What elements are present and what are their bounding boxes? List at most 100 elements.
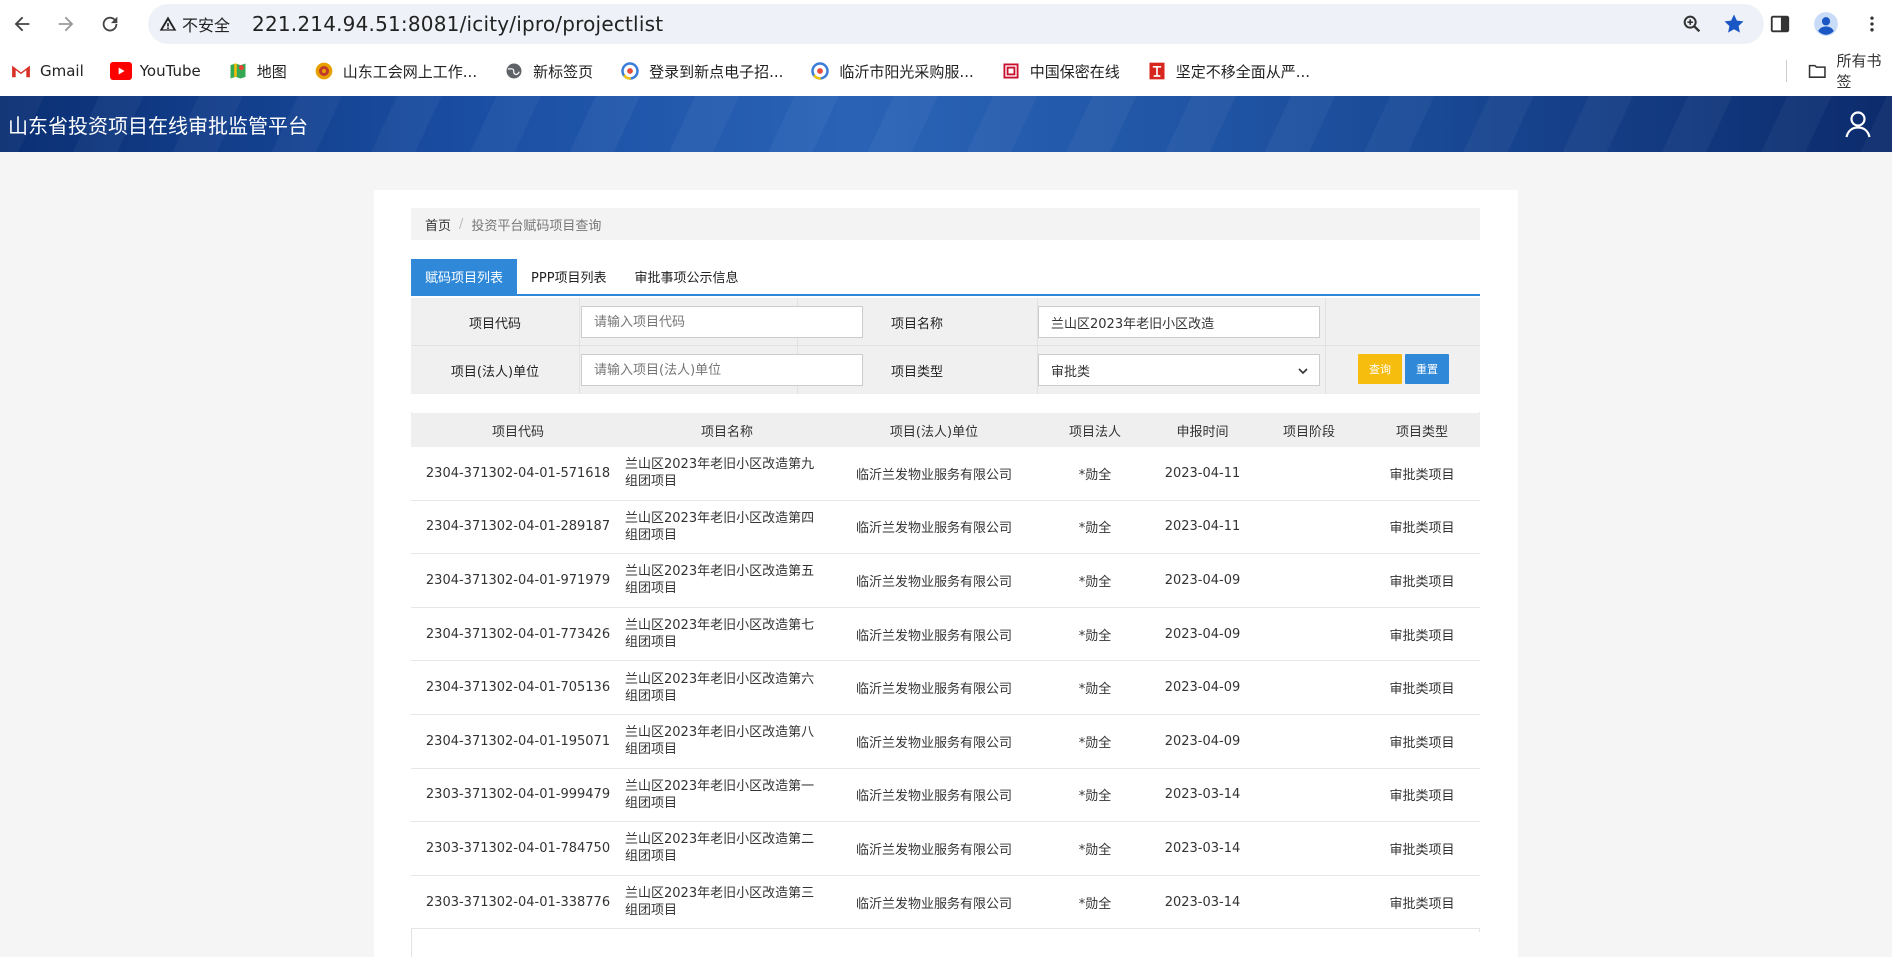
cell-name[interactable]: 兰山区2023年老旧小区改造第三组团项目 [625, 876, 829, 929]
profile-avatar-icon[interactable] [1806, 4, 1846, 44]
cell-person: *勋全 [1078, 628, 1112, 644]
baomi-icon [1000, 62, 1022, 80]
cell-stage [1254, 608, 1364, 661]
cell-unit: 临沂兰发物业服务有限公司 [855, 467, 1012, 483]
bookmark-youtube[interactable]: YouTube [109, 62, 201, 80]
bookmark-star-icon[interactable] [1722, 12, 1746, 36]
all-bookmarks[interactable]: 所有书签 [1808, 52, 1892, 91]
cell-name[interactable]: 兰山区2023年老旧小区改造第九组团项目 [625, 447, 829, 500]
project-type-select[interactable]: 审批类 [1038, 354, 1320, 386]
cell-type: 审批类项目 [1389, 628, 1455, 644]
cell-person: *勋全 [1078, 842, 1112, 858]
cell-name[interactable]: 兰山区2023年老旧小区改造第八组团项目 [625, 715, 829, 768]
cell-name[interactable]: 兰山区2023年老旧小区改造第四组团项目 [625, 501, 829, 554]
menu-kebab-icon[interactable] [1852, 4, 1892, 44]
globe-icon [503, 62, 525, 80]
cell-code: 2303-371302-04-01-784750 [425, 840, 611, 856]
cell-date: 2023-04-11 [1164, 465, 1241, 481]
cell-stage [1254, 876, 1364, 929]
header-person: 项目法人 [1068, 424, 1121, 440]
header-date: 申报时间 [1176, 424, 1229, 440]
bookmark-union[interactable]: 山东工会网上工作... [313, 61, 477, 82]
tab-bar: 赋码项目列表 PPP项目列表 审批事项公示信息 [411, 259, 1480, 296]
cell-name[interactable]: 兰山区2023年老旧小区改造第六组团项目 [625, 661, 829, 714]
project-code-label: 项目代码 [468, 316, 521, 332]
folder-icon [1808, 64, 1826, 78]
cell-name[interactable]: 兰山区2023年老旧小区改造第二组团项目 [625, 822, 829, 875]
project-table: 项目代码 项目名称 项目(法人)单位 项目法人 申报时间 项目阶段 项目类型 2… [411, 413, 1480, 930]
user-icon[interactable] [1842, 108, 1874, 140]
cell-stage [1254, 822, 1364, 875]
url-text[interactable]: 221.214.94.51:8081/icity/ipro/projectlis… [252, 12, 663, 36]
bookmark-gmail[interactable]: Gmail [10, 62, 84, 80]
cell-name[interactable]: 兰山区2023年老旧小区改造第七组团项目 [625, 608, 829, 661]
tab-coded-projects[interactable]: 赋码项目列表 [411, 259, 518, 294]
side-panel-icon[interactable] [1760, 4, 1800, 44]
table-row[interactable]: 2304-371302-04-01-971979 兰山区2023年老旧小区改造第… [411, 554, 1480, 608]
table-row[interactable]: 2304-371302-04-01-289187 兰山区2023年老旧小区改造第… [411, 500, 1480, 555]
cell-name[interactable]: 兰山区2023年老旧小区改造第一组团项目 [625, 769, 829, 822]
bookmark-new-tab[interactable]: 新标签页 [503, 61, 593, 82]
table-row[interactable]: 2303-371302-04-01-338776 兰山区2023年老旧小区改造第… [411, 875, 1480, 930]
site-header: 山东省投资项目在线审批监管平台 [0, 96, 1892, 152]
bookmark-linyi[interactable]: 临沂市阳光采购服... [809, 61, 974, 82]
cell-unit: 临沂兰发物业服务有限公司 [855, 574, 1012, 590]
cell-stage [1254, 554, 1364, 607]
cell-code: 2304-371302-04-01-289187 [425, 519, 611, 535]
header-unit: 项目(法人)单位 [889, 424, 979, 440]
bookmark-baomi[interactable]: 中国保密在线 [1000, 61, 1120, 82]
cell-stage [1254, 715, 1364, 768]
cell-date: 2023-03-14 [1164, 840, 1241, 856]
cell-unit: 临沂兰发物业服务有限公司 [855, 735, 1012, 751]
cell-person: *勋全 [1078, 467, 1112, 483]
maps-icon [227, 62, 249, 80]
cell-date: 2023-04-09 [1164, 572, 1241, 588]
tab-ppp-projects[interactable]: PPP项目列表 [517, 259, 621, 294]
union-icon [313, 62, 335, 80]
header-stage: 项目阶段 [1282, 424, 1335, 440]
zoom-icon[interactable] [1680, 12, 1704, 36]
reset-button[interactable]: 重置 [1405, 354, 1449, 384]
cell-name[interactable]: 兰山区2023年老旧小区改造第五组团项目 [625, 554, 829, 607]
filter-spacer [411, 394, 1480, 412]
header-code: 项目代码 [491, 424, 544, 440]
cell-code: 2303-371302-04-01-338776 [425, 894, 611, 910]
browser-toolbar: 不安全 221.214.94.51:8081/icity/ipro/projec… [0, 0, 1892, 48]
cell-type: 审批类项目 [1389, 574, 1455, 590]
cell-date: 2023-04-11 [1164, 519, 1241, 535]
project-unit-label: 项目(法人)单位 [450, 364, 540, 380]
cell-code: 2304-371302-04-01-195071 [425, 733, 611, 749]
cell-unit: 临沂兰发物业服务有限公司 [855, 628, 1012, 644]
cell-unit: 临沂兰发物业服务有限公司 [855, 682, 1012, 698]
reload-icon[interactable] [88, 2, 132, 46]
project-name-input[interactable] [1038, 306, 1320, 338]
table-row[interactable]: 2304-371302-04-01-773426 兰山区2023年老旧小区改造第… [411, 607, 1480, 662]
back-arrow-icon[interactable] [0, 2, 44, 46]
table-row[interactable]: 2304-371302-04-01-195071 兰山区2023年老旧小区改造第… [411, 714, 1480, 769]
table-row[interactable]: 2303-371302-04-01-999479 兰山区2023年老旧小区改造第… [411, 768, 1480, 823]
project-type-label: 项目类型 [890, 364, 943, 380]
bookmark-maps[interactable]: 地图 [227, 61, 287, 82]
cell-code: 2304-371302-04-01-705136 [425, 680, 611, 696]
cell-person: *勋全 [1078, 574, 1112, 590]
party-icon [1146, 62, 1168, 80]
security-indicator[interactable]: 不安全 [158, 12, 230, 36]
bookmark-xindian[interactable]: 登录到新点电子招... [619, 61, 783, 82]
query-button[interactable]: 查询 [1358, 354, 1402, 384]
table-row[interactable]: 2304-371302-04-01-705136 兰山区2023年老旧小区改造第… [411, 661, 1480, 715]
linyi-icon [809, 62, 831, 80]
address-bar[interactable]: 不安全 221.214.94.51:8081/icity/ipro/projec… [148, 4, 1764, 44]
table-row[interactable]: 2303-371302-04-01-784750 兰山区2023年老旧小区改造第… [411, 822, 1480, 876]
cell-date: 2023-04-09 [1164, 626, 1241, 642]
cell-code: 2304-371302-04-01-971979 [425, 572, 611, 588]
table-row[interactable]: 2304-371302-04-01-571618 兰山区2023年老旧小区改造第… [411, 447, 1480, 501]
cell-person: *勋全 [1078, 789, 1112, 805]
cell-person: *勋全 [1078, 682, 1112, 698]
tab-approval-publicity[interactable]: 审批事项公示信息 [621, 259, 753, 294]
bookmark-party[interactable]: 坚定不移全面从严... [1146, 61, 1310, 82]
breadcrumb-current: 投资平台赋码项目查询 [471, 218, 602, 234]
cell-type: 审批类项目 [1389, 467, 1455, 483]
forward-arrow-icon[interactable] [44, 2, 88, 46]
cell-type: 审批类项目 [1389, 682, 1455, 698]
breadcrumb-home[interactable]: 首页 [425, 215, 451, 234]
